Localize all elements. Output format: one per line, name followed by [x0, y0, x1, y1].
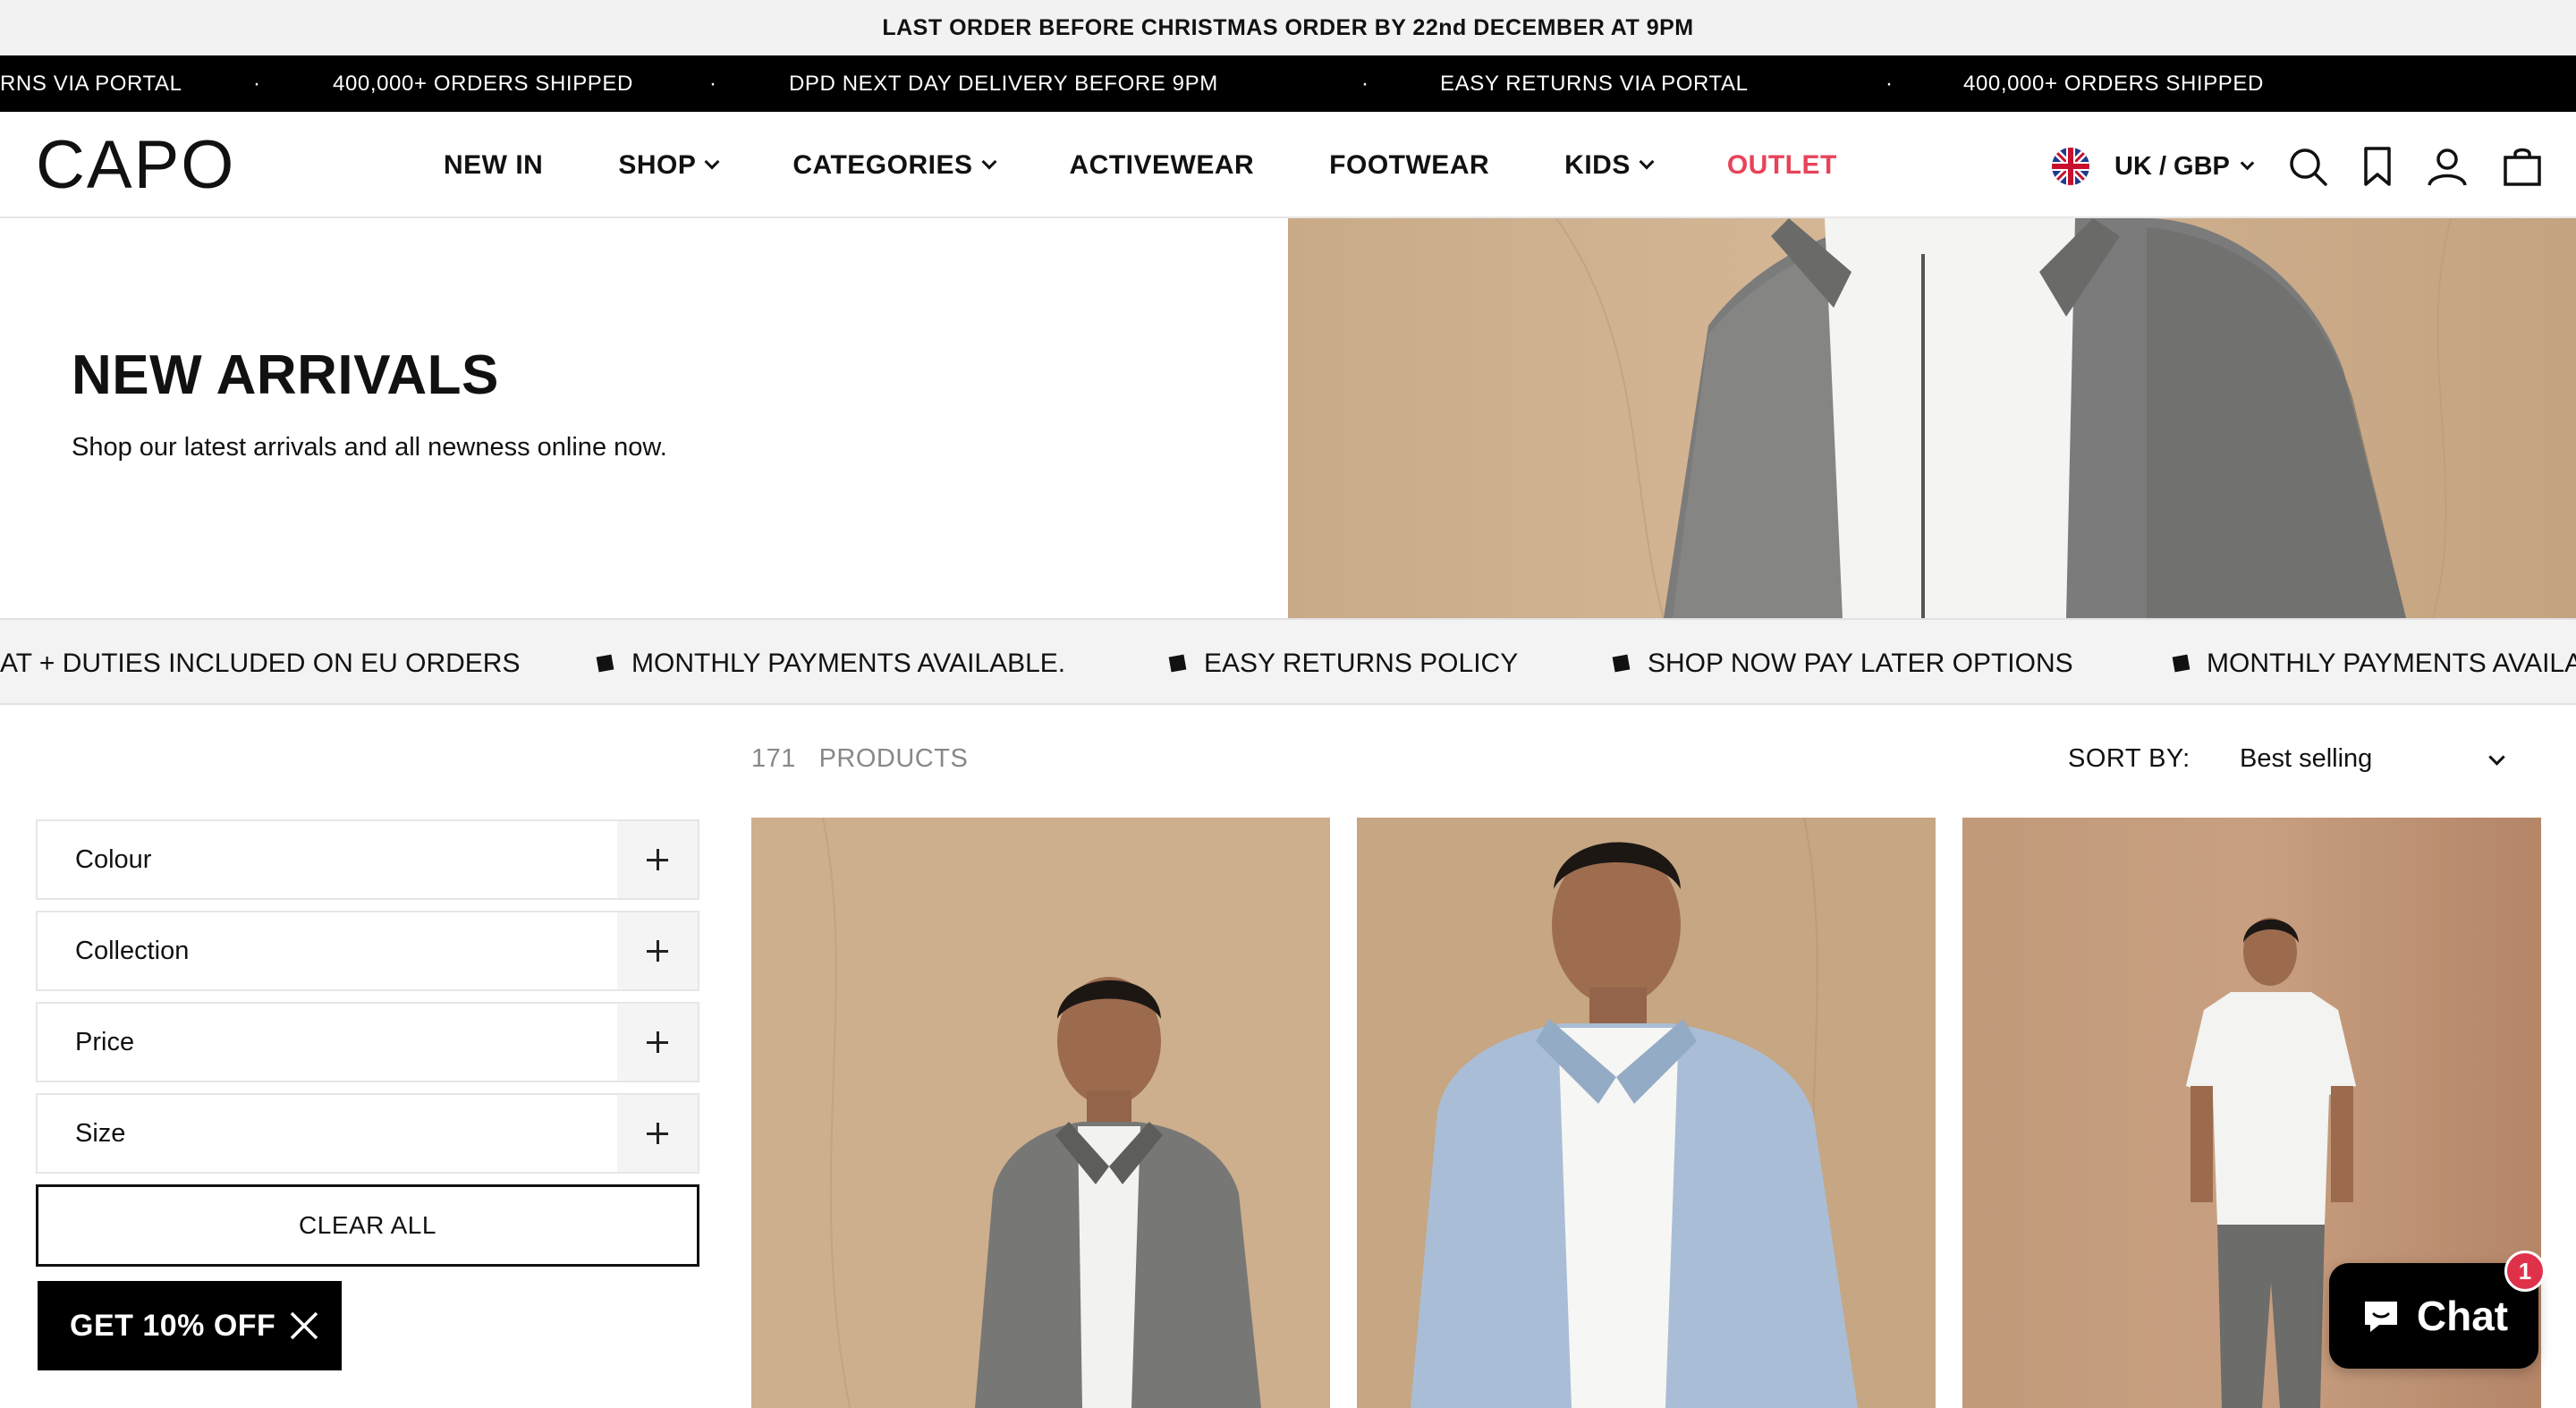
- nav-outlet[interactable]: OUTLET: [1727, 150, 1837, 181]
- filter-collection[interactable]: Collection: [36, 911, 699, 991]
- benefit-item: MONTHLY PAYMENTS AVAILA: [2207, 649, 2576, 678]
- ticker-separator: ·: [1361, 72, 1368, 96]
- benefits-strip: AT + DUTIES INCLUDED ON EU ORDERS MONTHL…: [0, 618, 2576, 705]
- main-nav: NEW IN SHOP CATEGORIES ACTIVEWEAR FOOTWE…: [444, 112, 1837, 218]
- announcement-bar: LAST ORDER BEFORE CHRISTMAS ORDER BY 22n…: [0, 0, 2576, 55]
- square-bullet-icon: [1612, 654, 1631, 673]
- hero-text-panel: NEW ARRIVALS Shop our latest arrivals an…: [0, 218, 1288, 618]
- product-image[interactable]: [751, 818, 1330, 1408]
- announcement-text: LAST ORDER BEFORE CHRISTMAS ORDER BY 22n…: [882, 14, 1694, 40]
- nav-footwear[interactable]: FOOTWEAR: [1329, 150, 1489, 181]
- square-bullet-icon: [596, 654, 614, 673]
- plus-icon[interactable]: [617, 1095, 698, 1172]
- ticker-item: 400,000+ ORDERS SHIPPED: [333, 72, 633, 96]
- clear-all-button[interactable]: CLEAR ALL: [36, 1184, 699, 1267]
- ticker-item: DPD NEXT DAY DELIVERY BEFORE 9PM: [789, 72, 1218, 96]
- chevron-down-icon: [1639, 154, 1655, 169]
- benefit-item: SHOP NOW PAY LATER OPTIONS: [1648, 649, 2073, 678]
- plus-icon[interactable]: [617, 821, 698, 898]
- search-icon[interactable]: [2285, 144, 2330, 189]
- ticker-item: 400,000+ ORDERS SHIPPED: [1963, 72, 2264, 96]
- benefit-item: EASY RETURNS POLICY: [1204, 649, 1519, 678]
- nav-label: KIDS: [1564, 149, 1631, 180]
- promo-label: GET 10% OFF: [70, 1308, 276, 1343]
- product-count-value: 171: [751, 744, 796, 773]
- ticker-separator: ·: [1885, 72, 1893, 96]
- page-subtitle: Shop our latest arrivals and all newness…: [72, 433, 667, 462]
- site-header: CAPO NEW IN SHOP CATEGORIES ACTIVEWEAR F…: [0, 112, 2576, 218]
- chevron-down-icon: [2240, 156, 2255, 171]
- filter-label: Collection: [75, 937, 190, 965]
- ticker-item: RNS VIA PORTAL: [0, 72, 182, 96]
- nav-label: ACTIVEWEAR: [1069, 149, 1255, 180]
- plus-icon[interactable]: [617, 912, 698, 989]
- benefit-item: AT + DUTIES INCLUDED ON EU ORDERS: [0, 649, 521, 678]
- filter-price[interactable]: Price: [36, 1002, 699, 1082]
- chat-bubble-icon: [2364, 1302, 2397, 1332]
- nav-kids[interactable]: KIDS: [1564, 149, 1655, 181]
- sort-value: Best selling: [2240, 744, 2373, 773]
- ticker-bar: RNS VIA PORTAL · 400,000+ ORDERS SHIPPED…: [0, 55, 2576, 112]
- page-title: NEW ARRIVALS: [72, 344, 499, 406]
- filter-size[interactable]: Size: [36, 1093, 699, 1174]
- filter-colour[interactable]: Colour: [36, 819, 699, 900]
- chat-notification-badge: 1: [2504, 1251, 2546, 1292]
- product-count-label: PRODUCTS: [818, 744, 969, 773]
- filter-label: Colour: [75, 845, 152, 874]
- nav-label: CATEGORIES: [792, 149, 973, 180]
- bookmark-icon[interactable]: [2355, 144, 2400, 189]
- discount-promo-button[interactable]: GET 10% OFF: [38, 1281, 342, 1370]
- currency-label: UK / GBP: [2114, 151, 2230, 181]
- account-icon[interactable]: [2425, 144, 2470, 189]
- product-card[interactable]: [751, 818, 1330, 1408]
- close-icon[interactable]: [288, 1310, 320, 1342]
- ticker-item: EASY RETURNS VIA PORTAL: [1440, 72, 1749, 96]
- bag-icon[interactable]: [2500, 144, 2545, 189]
- sort-select[interactable]: Best selling: [2240, 744, 2508, 774]
- product-image[interactable]: [1357, 818, 1936, 1408]
- chevron-down-icon: [2488, 749, 2505, 766]
- nav-label: OUTLET: [1726, 149, 1837, 180]
- nav-label: SHOP: [618, 149, 697, 180]
- filter-label: Price: [75, 1028, 135, 1056]
- product-card[interactable]: [1357, 818, 1936, 1408]
- nav-shop[interactable]: SHOP: [618, 149, 720, 181]
- hero-image: [1288, 218, 2576, 618]
- square-bullet-icon: [1168, 654, 1187, 673]
- square-bullet-icon: [2172, 654, 2190, 673]
- chat-label: Chat: [2416, 1293, 2509, 1339]
- filter-label: Size: [75, 1119, 126, 1148]
- currency-selector[interactable]: UK / GBP: [2114, 148, 2255, 185]
- chevron-down-icon: [704, 154, 720, 169]
- nav-categories[interactable]: CATEGORIES: [792, 149, 996, 181]
- nav-new-in[interactable]: NEW IN: [444, 150, 543, 181]
- nav-activewear[interactable]: ACTIVEWEAR: [1070, 150, 1255, 181]
- ticker-separator: ·: [253, 72, 260, 96]
- nav-label: FOOTWEAR: [1329, 149, 1490, 180]
- benefit-item: MONTHLY PAYMENTS AVAILABLE.: [631, 649, 1066, 678]
- uk-flag-icon[interactable]: [2052, 148, 2089, 185]
- sort-label: SORT BY:: [2068, 744, 2190, 773]
- nav-label: NEW IN: [444, 149, 544, 180]
- capo-logo[interactable]: CAPO: [36, 131, 235, 199]
- plus-icon[interactable]: [617, 1004, 698, 1081]
- product-count: 171 PRODUCTS: [751, 744, 968, 774]
- ticker-separator: ·: [709, 72, 716, 96]
- chevron-down-icon: [981, 154, 996, 169]
